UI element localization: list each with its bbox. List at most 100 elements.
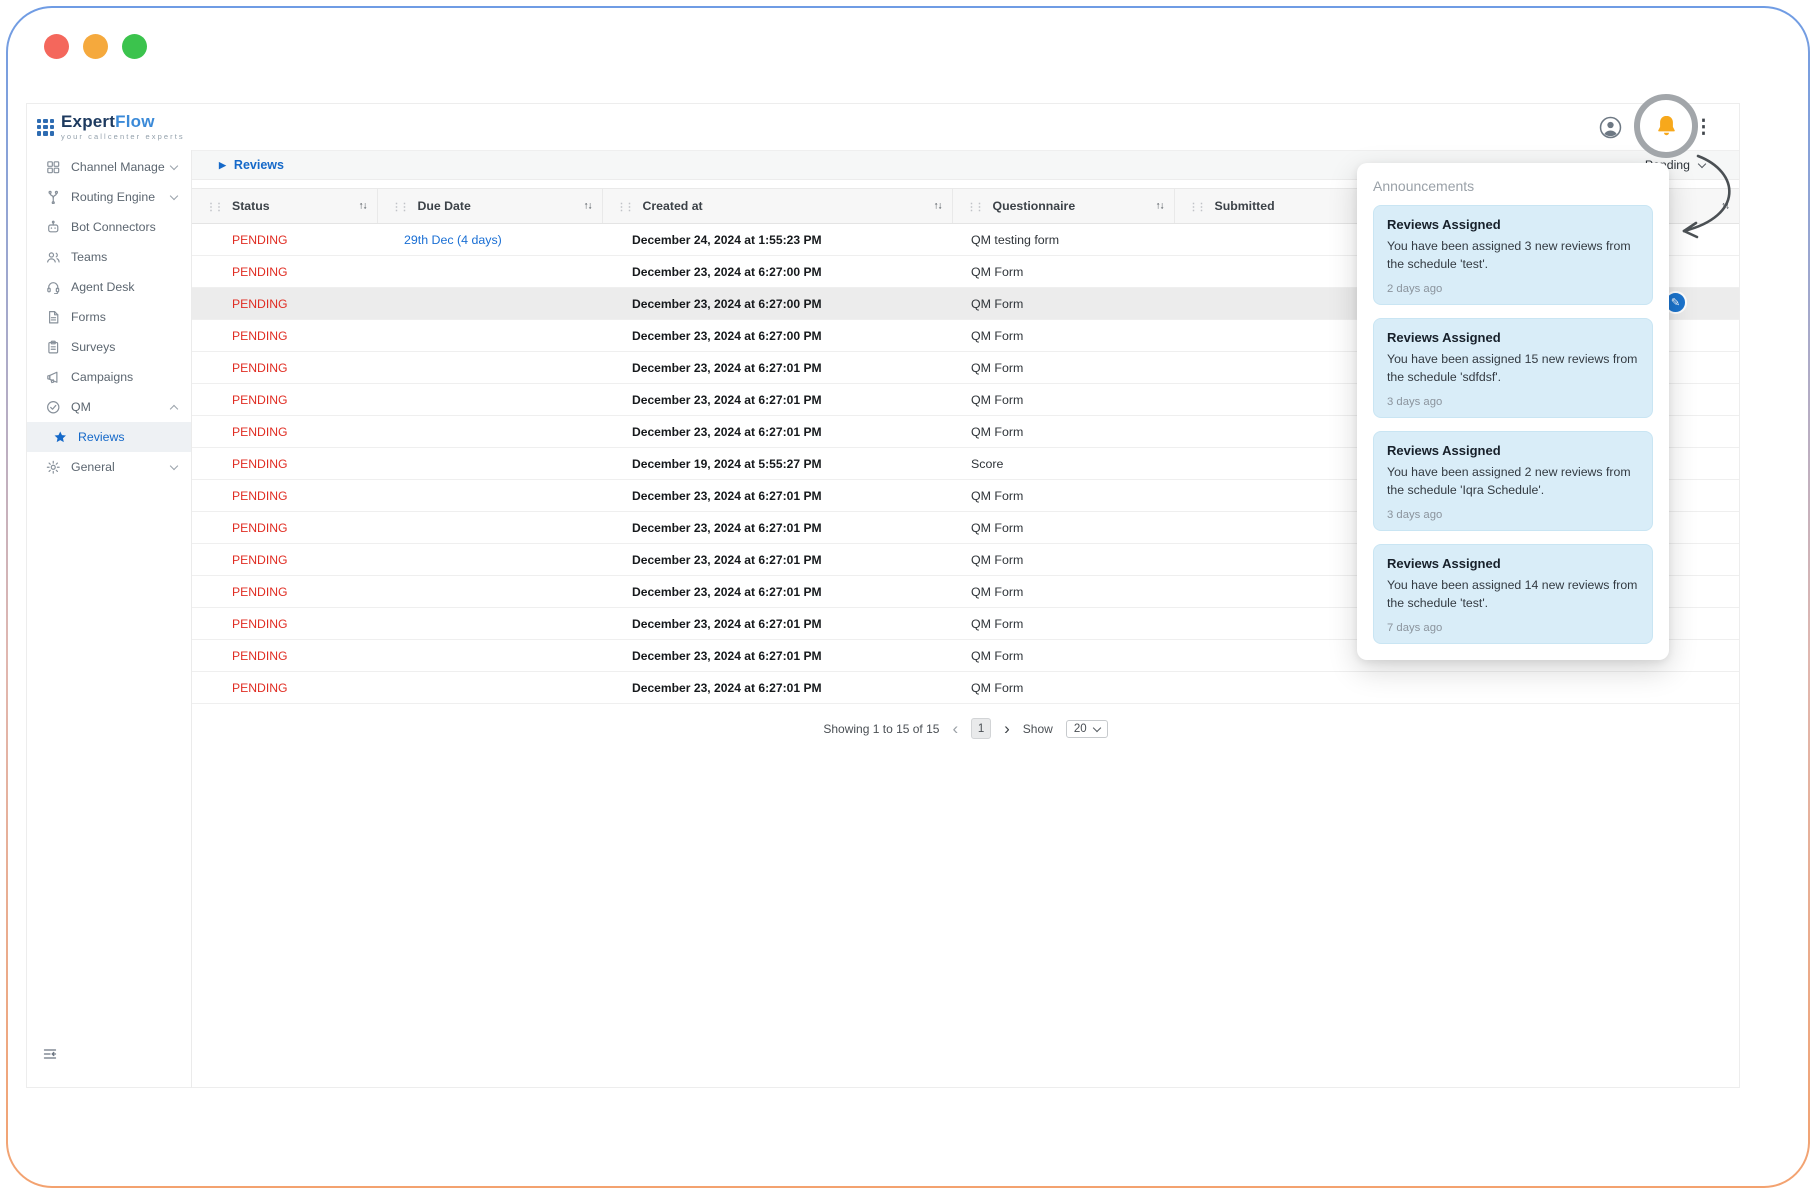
sort-icon[interactable]: ↑↓	[1721, 201, 1729, 212]
notifications-spotlight-ring	[1634, 94, 1698, 158]
user-avatar-icon[interactable]	[1599, 116, 1622, 139]
created-at-cell: December 23, 2024 at 6:27:00 PM	[602, 256, 952, 288]
status-cell: PENDING	[192, 640, 377, 672]
current-page-button[interactable]: 1	[971, 718, 991, 739]
page-size-select[interactable]: 20	[1066, 720, 1108, 738]
close-window-button[interactable]	[44, 34, 69, 59]
clipboard-icon	[46, 340, 62, 355]
brand-text: ExpertFlow your callcenter experts	[61, 113, 185, 141]
announcement-card[interactable]: Reviews Assigned You have been assigned 1…	[1373, 544, 1653, 644]
created-at-cell: December 23, 2024 at 6:27:01 PM	[602, 544, 952, 576]
sidebar-item-reviews[interactable]: Reviews	[27, 422, 191, 452]
announcements-popover: Announcements Reviews AssignedYou have b…	[1357, 163, 1669, 660]
sidebar-item-label: Surveys	[71, 340, 181, 354]
sort-icon[interactable]: ↑↓	[934, 201, 942, 212]
prev-page-button[interactable]: ‹	[952, 720, 958, 737]
announcement-card[interactable]: Reviews AssignedYou have been assigned 1…	[1373, 318, 1653, 418]
traffic-lights	[44, 34, 147, 59]
sidebar-item-routing-engine[interactable]: Routing Engine	[27, 182, 191, 212]
sidebar-item-campaigns[interactable]: Campaigns	[27, 362, 191, 392]
sidebar-item-general[interactable]: General	[27, 452, 191, 482]
collapse-sidebar-icon[interactable]	[42, 1046, 58, 1062]
sort-icon[interactable]: ↑↓	[359, 201, 367, 212]
chevron-down-icon	[170, 191, 178, 199]
due-date-cell	[377, 672, 602, 704]
created-at-cell: December 23, 2024 at 6:27:01 PM	[602, 480, 952, 512]
bot-icon	[46, 220, 62, 235]
created-at-cell: December 23, 2024 at 6:27:01 PM	[602, 672, 952, 704]
breadcrumb-label: Reviews	[234, 158, 284, 172]
announcement-card-body: You have been assigned 2 new reviews fro…	[1387, 463, 1639, 500]
status-cell: PENDING	[192, 544, 377, 576]
sort-icon[interactable]: ↑↓	[584, 201, 592, 212]
announcement-card[interactable]: Reviews AssignedYou have been assigned 2…	[1373, 431, 1653, 531]
chevron-down-icon	[170, 161, 178, 169]
status-cell: PENDING	[192, 608, 377, 640]
chevron-down-icon	[1092, 723, 1100, 731]
questionnaire-cell: Score	[952, 448, 1174, 480]
questionnaire-cell: QM Form	[952, 512, 1174, 544]
next-page-button[interactable]: ›	[1004, 720, 1010, 737]
status-cell: PENDING	[192, 512, 377, 544]
brand-tagline: your callcenter experts	[61, 132, 185, 141]
questionnaire-cell: QM Form	[952, 640, 1174, 672]
sidebar-item-label: Channel Manager	[71, 160, 165, 174]
announcement-card[interactable]: Reviews AssignedYou have been assigned 3…	[1373, 205, 1653, 305]
due-date-cell	[377, 320, 602, 352]
pagination: Showing 1 to 15 of 15 ‹ 1 › Show 20	[192, 718, 1739, 739]
sort-icon[interactable]: ↑↓	[1156, 201, 1164, 212]
status-cell: PENDING	[192, 320, 377, 352]
sidebar-item-label: Teams	[71, 250, 181, 264]
breadcrumb[interactable]: ▶ Reviews	[219, 158, 284, 172]
status-cell: PENDING	[192, 384, 377, 416]
questionnaire-cell: QM Form	[952, 256, 1174, 288]
megaphone-icon	[46, 370, 62, 385]
sidebar-item-channel-manager[interactable]: Channel Manager	[27, 152, 191, 182]
column-header-created-at[interactable]: ⋮⋮Created at↑↓	[602, 189, 952, 224]
status-cell: PENDING	[192, 576, 377, 608]
sidebar-item-teams[interactable]: Teams	[27, 242, 191, 272]
show-label: Show	[1023, 722, 1053, 736]
status-cell: PENDING	[192, 416, 377, 448]
announcement-card-body: You have been assigned 14 new reviews fr…	[1387, 576, 1639, 613]
created-at-cell: December 23, 2024 at 6:27:01 PM	[602, 640, 952, 672]
chevron-down-icon	[170, 461, 178, 469]
notification-bell-icon[interactable]	[1653, 113, 1680, 140]
questionnaire-cell: QM Form	[952, 320, 1174, 352]
status-cell: PENDING	[192, 352, 377, 384]
sidebar-item-bot-connectors[interactable]: Bot Connectors	[27, 212, 191, 242]
sidebar-item-forms[interactable]: Forms	[27, 302, 191, 332]
sidebar: Channel Manager Routing Engine Bot Conne…	[27, 150, 192, 1088]
due-date-link[interactable]: 29th Dec (4 days)	[404, 233, 502, 247]
created-at-cell: December 23, 2024 at 6:27:01 PM	[602, 512, 952, 544]
sidebar-item-qm[interactable]: QM	[27, 392, 191, 422]
drag-handle-icon: ⋮⋮	[617, 202, 633, 213]
zoom-window-button[interactable]	[122, 34, 147, 59]
questionnaire-cell: QM Form	[952, 576, 1174, 608]
due-date-cell	[377, 480, 602, 512]
drag-handle-icon: ⋮⋮	[392, 202, 408, 213]
column-header-status[interactable]: ⋮⋮Status↑↓	[192, 189, 377, 224]
table-row[interactable]: PENDINGDecember 23, 2024 at 6:27:01 PMQM…	[192, 672, 1739, 704]
announcement-card-title: Reviews Assigned	[1387, 556, 1639, 571]
due-date-cell: 29th Dec (4 days)	[377, 224, 602, 256]
brand-name: ExpertFlow	[61, 113, 185, 130]
chevron-down-icon	[1698, 160, 1706, 168]
breadcrumb-arrow-icon: ▶	[219, 161, 226, 170]
created-at-cell: December 23, 2024 at 6:27:01 PM	[602, 416, 952, 448]
announcement-card-title: Reviews Assigned	[1387, 330, 1639, 345]
sidebar-item-agent-desk[interactable]: Agent Desk	[27, 272, 191, 302]
routing-icon	[46, 190, 62, 205]
questionnaire-cell: QM Form	[952, 416, 1174, 448]
announcement-card-time: 3 days ago	[1387, 396, 1639, 408]
created-at-cell: December 23, 2024 at 6:27:00 PM	[602, 320, 952, 352]
status-cell: PENDING	[192, 448, 377, 480]
status-cell: PENDING	[192, 480, 377, 512]
column-header-due-date[interactable]: ⋮⋮Due Date↑↓	[377, 189, 602, 224]
column-header-questionnaire[interactable]: ⋮⋮Questionnaire↑↓	[952, 189, 1174, 224]
minimize-window-button[interactable]	[83, 34, 108, 59]
sidebar-item-surveys[interactable]: Surveys	[27, 332, 191, 362]
created-at-cell: December 23, 2024 at 6:27:00 PM	[602, 288, 952, 320]
due-date-cell	[377, 288, 602, 320]
sidebar-item-label: Agent Desk	[71, 280, 181, 294]
